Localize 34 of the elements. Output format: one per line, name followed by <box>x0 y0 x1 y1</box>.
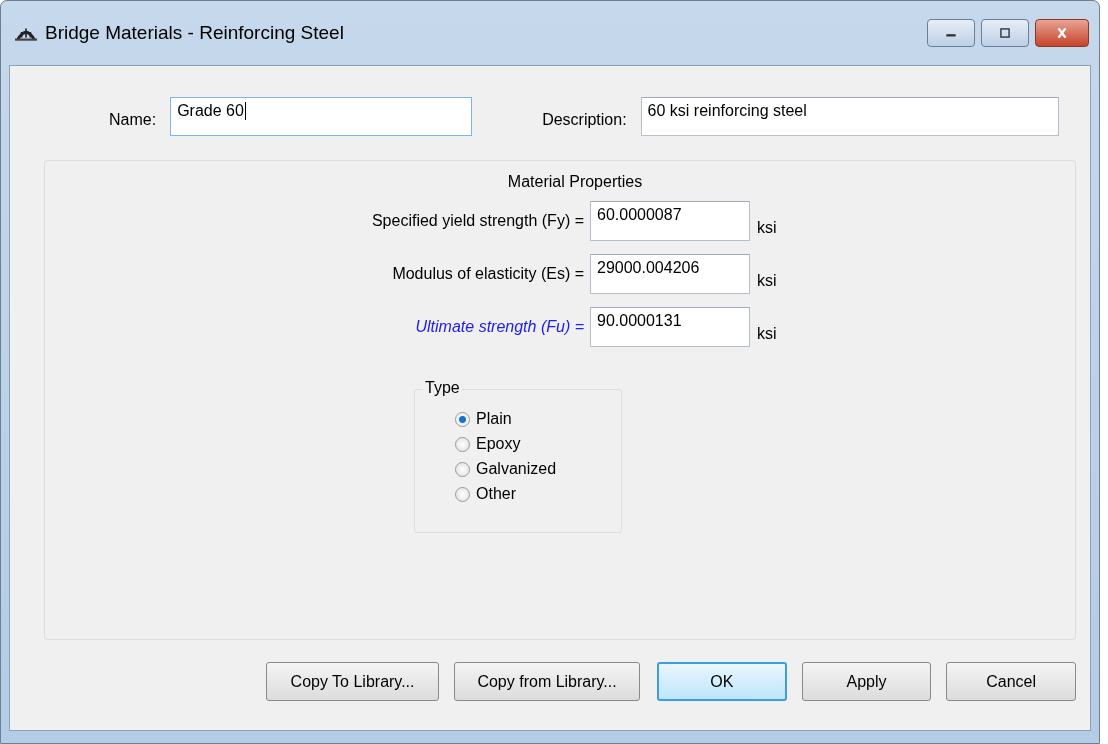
minimize-button[interactable] <box>927 19 975 47</box>
field-label: Specified yield strength (Fy) = <box>370 212 585 230</box>
dialog-button[interactable]: Copy To Library... <box>266 662 440 701</box>
dialog-button[interactable]: Cancel <box>946 662 1076 701</box>
text-field[interactable]: Grade 60 <box>170 96 473 136</box>
number-field[interactable]: 60.0000087 <box>590 201 750 241</box>
group-title: Type <box>423 379 462 397</box>
radio-button[interactable] <box>455 411 470 427</box>
option-label[interactable]: Plain <box>476 410 512 428</box>
option-label[interactable]: Epoxy <box>476 435 521 453</box>
unit-label: ksi <box>757 219 777 237</box>
close-icon <box>1055 28 1069 38</box>
dialog-button[interactable]: OK <box>657 662 787 701</box>
number-field[interactable]: 29000.004206 <box>590 254 750 294</box>
maximize-icon <box>998 28 1012 38</box>
dialog-button[interactable]: Copy from Library... <box>454 662 641 701</box>
maximize-button[interactable] <box>981 19 1029 47</box>
unit-label: ksi <box>757 272 777 290</box>
unit-label: ksi <box>757 325 777 343</box>
field-label: Name: <box>109 111 157 129</box>
option-label[interactable]: Galvanized <box>476 460 557 478</box>
option-label[interactable]: Other <box>476 485 516 503</box>
number-field[interactable]: 90.0000131 <box>590 307 750 347</box>
dialog-button[interactable]: Apply <box>801 662 932 701</box>
field-label: Modulus of elasticity (Es) = <box>391 265 585 283</box>
field-label: Description: <box>542 111 627 129</box>
window-title: Bridge Materials - Reinforcing Steel <box>45 22 344 44</box>
radio-button[interactable] <box>455 461 470 477</box>
section-title: Material Properties <box>507 173 643 191</box>
close-button[interactable] <box>1035 19 1089 47</box>
text-field[interactable]: 60 ksi reinforcing steel <box>640 96 1059 136</box>
field-label: Ultimate strength (Fu) = <box>414 318 585 336</box>
radio-button[interactable] <box>455 436 470 452</box>
radio-button[interactable] <box>455 486 470 502</box>
